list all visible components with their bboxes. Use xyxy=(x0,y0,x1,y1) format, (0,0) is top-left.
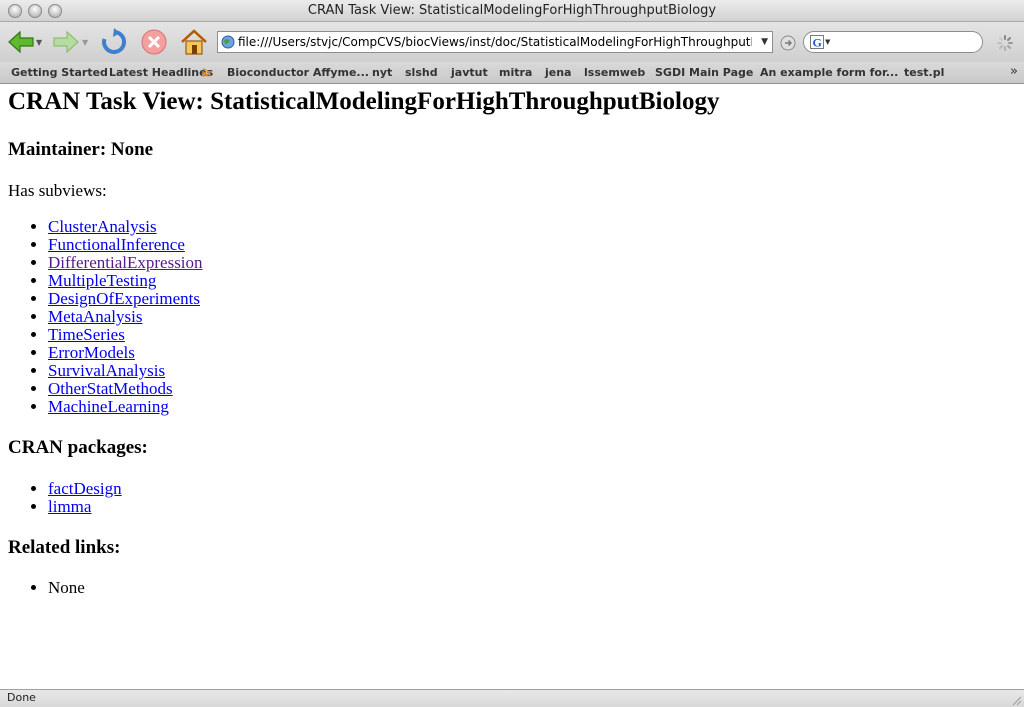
rss-feed-icon xyxy=(202,68,211,77)
list-item: limma xyxy=(48,498,122,516)
bookmark-item[interactable]: SGDI Main Page xyxy=(655,66,753,79)
bookmark-item[interactable]: test.pl xyxy=(904,66,944,79)
page-content: CRAN Task View: StatisticalModelingForHi… xyxy=(0,84,1024,689)
subviews-label: Has subviews: xyxy=(8,181,107,200)
maintainer-heading: Maintainer: None xyxy=(8,139,154,160)
forward-history-dropdown-icon[interactable]: ▼ xyxy=(82,38,88,47)
status-text: Done xyxy=(7,691,36,704)
home-icon xyxy=(181,29,207,55)
related-links-list: None xyxy=(0,579,85,597)
bookmark-item[interactable]: Bioconductor Affyme... xyxy=(227,66,369,79)
list-item: SurvivalAnalysis xyxy=(48,362,203,380)
subview-link[interactable]: ErrorModels xyxy=(48,343,135,362)
packages-list: factDesign limma xyxy=(0,480,122,516)
resize-grip-icon[interactable] xyxy=(1010,694,1022,706)
subview-link[interactable]: TimeSeries xyxy=(48,325,125,344)
list-item: MachineLearning xyxy=(48,398,203,416)
list-item: ErrorModels xyxy=(48,344,203,362)
subview-link[interactable]: FunctionalInference xyxy=(48,235,185,254)
url-history-dropdown-icon[interactable]: ▼ xyxy=(761,37,768,47)
window-titlebar: CRAN Task View: StatisticalModelingForHi… xyxy=(0,0,1024,22)
bookmark-item[interactable]: javtut xyxy=(451,66,488,79)
url-bar[interactable]: file:///Users/stvjc/CompCVS/biocViews/in… xyxy=(217,31,773,53)
subview-link[interactable]: DesignOfExperiments xyxy=(48,289,200,308)
subview-link[interactable]: MultipleTesting xyxy=(48,271,156,290)
package-link[interactable]: factDesign xyxy=(48,479,122,498)
subview-link[interactable]: OtherStatMethods xyxy=(48,379,173,398)
reload-icon xyxy=(102,28,127,54)
navigation-toolbar: ▼ ▼ file:///Users/stvjc/CompCVS/biocView… xyxy=(0,22,1024,62)
list-item: MultipleTesting xyxy=(48,272,203,290)
back-arrow-icon xyxy=(8,30,34,54)
back-button[interactable] xyxy=(5,26,37,58)
list-item: DesignOfExperiments xyxy=(48,290,203,308)
globe-icon xyxy=(221,35,235,49)
bookmark-item[interactable]: slshd xyxy=(405,66,438,79)
back-history-dropdown-icon[interactable]: ▼ xyxy=(36,38,42,47)
stop-icon xyxy=(141,29,167,55)
loading-throbber-icon xyxy=(997,35,1013,51)
url-text[interactable]: file:///Users/stvjc/CompCVS/biocViews/in… xyxy=(238,35,752,49)
subview-link[interactable]: SurvivalAnalysis xyxy=(48,361,165,380)
bookmark-item[interactable]: jena xyxy=(545,66,572,79)
status-bar: Done xyxy=(0,689,1024,707)
svg-text:G: G xyxy=(813,36,822,50)
subview-link[interactable]: DifferentialExpression xyxy=(48,253,203,272)
stop-button[interactable] xyxy=(138,26,170,58)
forward-arrow-icon xyxy=(53,30,79,54)
go-icon[interactable] xyxy=(780,35,796,51)
search-bar[interactable]: G ▼ xyxy=(803,31,983,53)
more-bookmarks-chevron-icon[interactable]: » xyxy=(1010,64,1018,79)
subviews-list: ClusterAnalysis FunctionalInference Diff… xyxy=(0,218,203,416)
window-title: CRAN Task View: StatisticalModelingForHi… xyxy=(307,3,717,18)
list-item: MetaAnalysis xyxy=(48,308,203,326)
list-item: TimeSeries xyxy=(48,326,203,344)
bookmark-item[interactable]: Getting Started xyxy=(11,66,108,79)
home-button[interactable] xyxy=(178,26,210,58)
bookmark-item[interactable]: Latest Headlines xyxy=(109,66,213,79)
page-title: CRAN Task View: StatisticalModelingForHi… xyxy=(8,88,720,115)
list-item: DifferentialExpression xyxy=(48,254,203,272)
list-item: FunctionalInference xyxy=(48,236,203,254)
package-link[interactable]: limma xyxy=(48,497,91,516)
list-item: factDesign xyxy=(48,480,122,498)
bookmarks-toolbar: Getting Started Latest Headlines Biocond… xyxy=(0,62,1024,84)
cran-packages-heading: CRAN packages: xyxy=(8,437,148,458)
subview-link[interactable]: ClusterAnalysis xyxy=(48,217,157,236)
list-item: None xyxy=(48,579,85,597)
bookmark-item[interactable]: nyt xyxy=(372,66,392,79)
svg-text:▼: ▼ xyxy=(825,38,831,46)
google-search-engine-icon[interactable]: G ▼ xyxy=(810,35,832,49)
bookmark-item[interactable]: An example form for... xyxy=(760,66,898,79)
related-links-heading: Related links: xyxy=(8,537,121,558)
subview-link[interactable]: MetaAnalysis xyxy=(48,307,142,326)
subview-link[interactable]: MachineLearning xyxy=(48,397,169,416)
list-item: ClusterAnalysis xyxy=(48,218,203,236)
bookmark-item[interactable]: lssemweb xyxy=(584,66,645,79)
list-item: OtherStatMethods xyxy=(48,380,203,398)
bookmark-item[interactable]: mitra xyxy=(499,66,532,79)
forward-button[interactable] xyxy=(50,26,82,58)
reload-button[interactable] xyxy=(98,26,130,58)
